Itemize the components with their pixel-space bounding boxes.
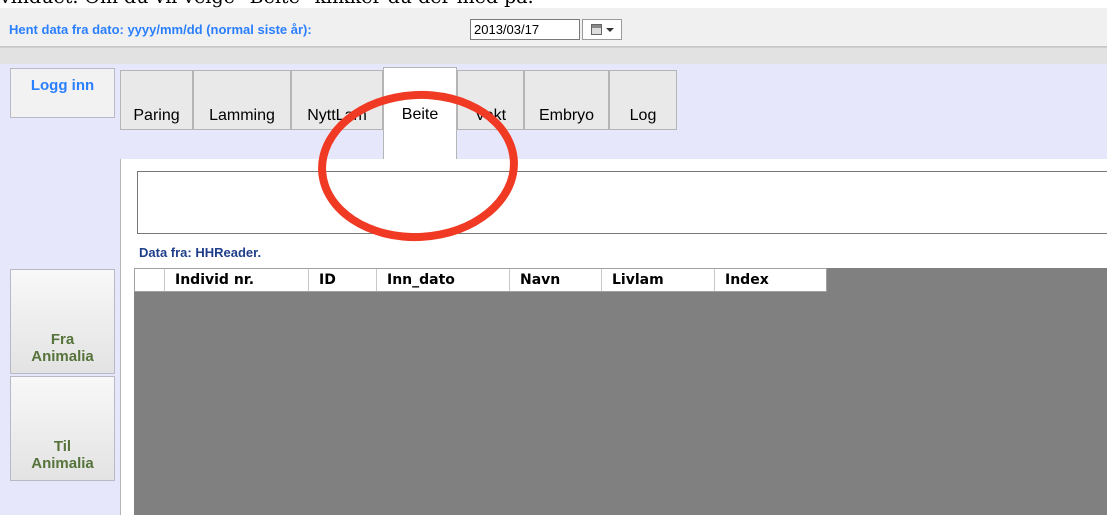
status-strip — [0, 47, 1107, 65]
data-grid[interactable]: Individ nr. ID Inn_dato Navn Livlam Inde… — [134, 268, 1107, 515]
tab-paring[interactable]: Paring — [120, 70, 193, 130]
tab-label: Embryo — [538, 107, 595, 124]
column-header-individ-nr[interactable]: Individ nr. — [165, 269, 309, 291]
column-header-livlam[interactable]: Livlam — [602, 269, 715, 291]
calendar-icon — [590, 24, 602, 35]
date-input[interactable]: 2013/03/17 — [470, 19, 580, 40]
tab-label: Vekt — [474, 107, 507, 124]
tab-beite[interactable]: Beite — [383, 67, 457, 159]
tab-content-panel: Data fra: HHReader. Individ nr. ID Inn_d… — [120, 159, 1107, 515]
data-source-label: Data fra: HHReader. — [139, 245, 262, 260]
sidebar-spacer — [10, 119, 115, 269]
tab-lamming[interactable]: Lamming — [193, 70, 291, 130]
tab-embryo[interactable]: Embryo — [524, 70, 609, 130]
column-header-index[interactable]: Index — [715, 269, 826, 291]
message-textbox[interactable] — [137, 171, 1107, 234]
date-picker-button[interactable] — [582, 19, 622, 40]
grid-row-selector-header[interactable] — [135, 269, 165, 291]
to-animalia-label: Til Animalia — [31, 438, 94, 472]
tab-label: Lamming — [209, 107, 275, 124]
chevron-down-icon — [605, 27, 614, 32]
from-animalia-button[interactable]: Fra Animalia — [10, 269, 115, 374]
instruction-caption: vinduet. Om du vil velge "Beite" klikker… — [0, 0, 1107, 8]
column-header-id[interactable]: ID — [309, 269, 377, 291]
grid-header-row: Individ nr. ID Inn_dato Navn Livlam Inde… — [134, 268, 827, 292]
main-workarea: Logg inn Fra Animalia Til Animalia Parin… — [0, 64, 1107, 515]
date-filter-label: Hent data fra dato: yyyy/mm/dd (normal s… — [9, 22, 312, 37]
to-animalia-button[interactable]: Til Animalia — [10, 376, 115, 481]
tab-label: Paring — [133, 107, 180, 124]
tab-label: Log — [629, 107, 657, 124]
date-filter-bar: Hent data fra dato: yyyy/mm/dd (normal s… — [0, 8, 1107, 47]
tab-label: NyttLam — [307, 107, 367, 124]
tab-nyttlam[interactable]: NyttLam — [291, 70, 383, 130]
from-animalia-label: Fra Animalia — [31, 331, 94, 365]
column-header-inn-dato[interactable]: Inn_dato — [377, 269, 510, 291]
login-button[interactable]: Logg inn — [10, 68, 115, 118]
tab-log[interactable]: Log — [609, 70, 677, 130]
column-header-navn[interactable]: Navn — [510, 269, 602, 291]
tab-label: Beite — [401, 106, 439, 123]
tab-vekt[interactable]: Vekt — [457, 70, 524, 130]
